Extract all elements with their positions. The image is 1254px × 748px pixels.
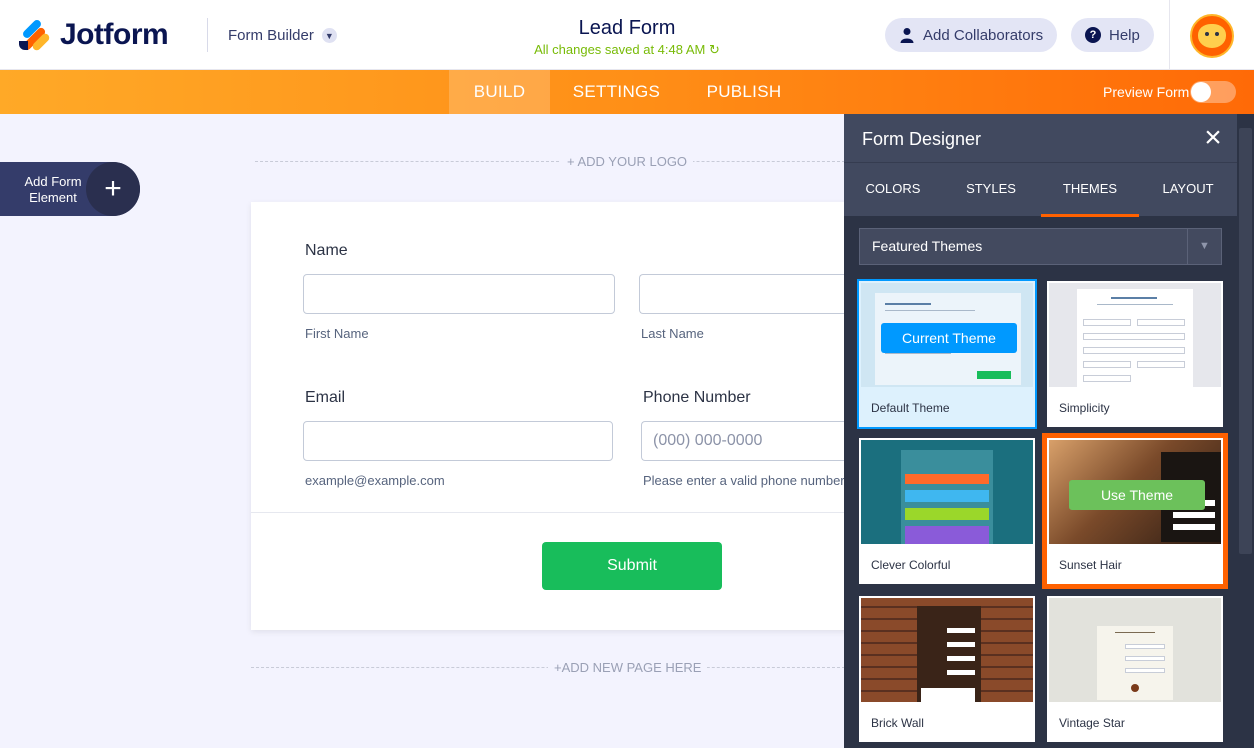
tab-layout[interactable]: LAYOUT bbox=[1139, 163, 1237, 217]
theme-name: Brick Wall bbox=[871, 716, 924, 730]
first-name-sublabel: First Name bbox=[305, 326, 369, 341]
plus-icon: + bbox=[86, 162, 140, 216]
panel-scroll-thumb[interactable] bbox=[1239, 128, 1252, 554]
first-name-input[interactable] bbox=[303, 274, 615, 314]
form-divider bbox=[251, 512, 851, 513]
tab-settings[interactable]: SETTINGS bbox=[560, 70, 673, 114]
header-divider-right bbox=[1169, 0, 1170, 70]
theme-category-value: Featured Themes bbox=[872, 238, 983, 254]
add-logo-area[interactable]: + ADD YOUR LOGO bbox=[255, 152, 845, 172]
tab-build[interactable]: BUILD bbox=[449, 70, 550, 114]
phone-sublabel: Please enter a valid phone number. bbox=[643, 473, 848, 488]
add-collaborators-label: Add Collaborators bbox=[923, 26, 1044, 44]
theme-name: Sunset Hair bbox=[1059, 558, 1122, 572]
preview-form-toggle[interactable] bbox=[1190, 81, 1236, 103]
header-divider bbox=[207, 18, 208, 52]
add-new-page-area[interactable]: +ADD NEW PAGE HERE bbox=[251, 658, 845, 678]
jotform-logo[interactable]: Jotform bbox=[18, 18, 169, 52]
theme-thumbnail bbox=[861, 598, 1033, 702]
tab-colors[interactable]: COLORS bbox=[844, 163, 942, 217]
theme-card-vintage-star[interactable]: Vintage Star bbox=[1047, 596, 1223, 742]
close-icon[interactable]: × bbox=[1199, 122, 1227, 154]
theme-card-brick-wall[interactable]: Brick Wall bbox=[859, 596, 1035, 742]
add-new-page-label: +ADD NEW PAGE HERE bbox=[548, 660, 708, 675]
add-form-element-label: Add Form Element bbox=[24, 174, 82, 205]
email-label: Email bbox=[305, 389, 346, 406]
saved-status-text: All changes saved at 4:48 AM bbox=[534, 42, 706, 57]
form-title: Lead Form bbox=[578, 17, 676, 39]
phone-label: Phone Number bbox=[643, 389, 751, 406]
add-form-element-button[interactable]: Add Form Element + bbox=[0, 162, 140, 216]
theme-thumbnail bbox=[1049, 283, 1221, 387]
theme-card-default[interactable]: Current Theme Default Theme bbox=[857, 279, 1037, 429]
theme-thumbnail bbox=[861, 440, 1033, 544]
theme-card-clever-colorful[interactable]: Clever Colorful bbox=[859, 438, 1035, 584]
use-theme-button[interactable]: Use Theme bbox=[1069, 480, 1205, 510]
form-card: Name First Name Last Name Email example@… bbox=[251, 202, 861, 630]
theme-thumbnail: Use Theme bbox=[1049, 440, 1221, 544]
last-name-input[interactable] bbox=[639, 274, 859, 314]
theme-name: Clever Colorful bbox=[871, 558, 951, 572]
add-collaborators-button[interactable]: Add Collaborators bbox=[885, 18, 1058, 52]
saved-status: All changes saved at 4:48 AM ↻ bbox=[0, 42, 1254, 58]
designer-header: Form Designer × bbox=[844, 114, 1237, 162]
avatar-face-icon bbox=[1198, 24, 1226, 48]
theme-card-sunset-hair[interactable]: Use Theme Sunset Hair bbox=[1042, 433, 1228, 589]
theme-name: Vintage Star bbox=[1059, 716, 1125, 730]
name-label: Name bbox=[305, 242, 348, 259]
phone-input[interactable]: (000) 000-0000 bbox=[641, 421, 861, 461]
form-designer-panel: Form Designer × COLORS STYLES THEMES LAY… bbox=[844, 114, 1254, 748]
submit-button[interactable]: Submit bbox=[542, 542, 722, 590]
add-logo-label: + ADD YOUR LOGO bbox=[561, 154, 694, 169]
theme-thumbnail: Current Theme bbox=[861, 283, 1033, 387]
designer-tabs: COLORS STYLES THEMES LAYOUT bbox=[844, 162, 1237, 217]
email-input[interactable] bbox=[303, 421, 613, 461]
email-sublabel: example@example.com bbox=[305, 473, 445, 488]
user-icon bbox=[900, 28, 914, 43]
caret-down-icon: ▼ bbox=[1187, 229, 1221, 264]
form-builder-dropdown[interactable]: Form Builder ▼ bbox=[228, 27, 337, 44]
tab-publish[interactable]: PUBLISH bbox=[695, 70, 793, 114]
help-button[interactable]: ? Help bbox=[1071, 18, 1154, 52]
user-avatar[interactable] bbox=[1190, 14, 1234, 58]
logo-text: Jotform bbox=[60, 18, 169, 51]
form-builder-label: Form Builder bbox=[228, 27, 314, 44]
designer-title: Form Designer bbox=[862, 129, 982, 149]
theme-card-simplicity[interactable]: Simplicity bbox=[1047, 281, 1223, 427]
theme-thumbnail bbox=[1049, 598, 1221, 702]
builder-nav: BUILD SETTINGS PUBLISH Preview Form bbox=[0, 70, 1254, 114]
last-name-sublabel: Last Name bbox=[641, 326, 704, 341]
form-title-area: Lead Form All changes saved at 4:48 AM ↻ bbox=[0, 17, 1254, 58]
preview-form-label: Preview Form bbox=[1103, 84, 1190, 100]
theme-category-select[interactable]: Featured Themes ▼ bbox=[859, 228, 1222, 265]
question-icon: ? bbox=[1085, 27, 1101, 43]
tab-themes[interactable]: THEMES bbox=[1041, 163, 1139, 217]
jotform-logo-icon bbox=[18, 18, 51, 52]
chevron-down-icon: ▼ bbox=[321, 28, 337, 43]
refresh-icon: ↻ bbox=[709, 42, 720, 57]
dashed-divider bbox=[255, 161, 845, 162]
help-label: Help bbox=[1109, 26, 1140, 44]
tab-styles[interactable]: STYLES bbox=[942, 163, 1040, 217]
top-header: Jotform Form Builder ▼ Lead Form All cha… bbox=[0, 0, 1254, 70]
current-theme-badge: Current Theme bbox=[881, 323, 1017, 353]
theme-name: Default Theme bbox=[871, 401, 950, 415]
theme-name: Simplicity bbox=[1059, 401, 1110, 415]
